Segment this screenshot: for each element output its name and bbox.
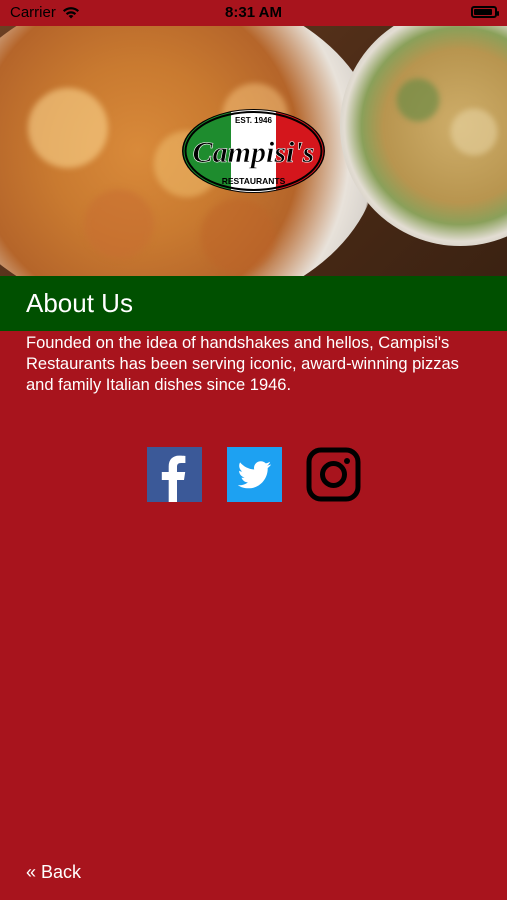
status-bar: Carrier 8:31 AM	[0, 0, 507, 26]
battery-icon	[471, 6, 499, 18]
logo-subtitle: RESTAURANTS	[222, 176, 286, 186]
logo-est: EST. 1946	[235, 116, 272, 125]
facebook-icon[interactable]	[147, 447, 202, 502]
logo-name: Campisi's	[193, 136, 315, 169]
battery-fill	[474, 9, 492, 15]
instagram-icon[interactable]	[306, 447, 361, 502]
about-description: Founded on the idea of handshakes and he…	[26, 334, 459, 394]
twitter-icon[interactable]	[227, 447, 282, 502]
back-button[interactable]: « Back	[26, 862, 81, 883]
about-header: About Us	[0, 276, 507, 331]
clock: 8:31 AM	[225, 4, 282, 21]
campisis-logo: EST. 1946 Campisi's RESTAURANTS	[182, 109, 325, 193]
page-title: About Us	[26, 288, 133, 318]
